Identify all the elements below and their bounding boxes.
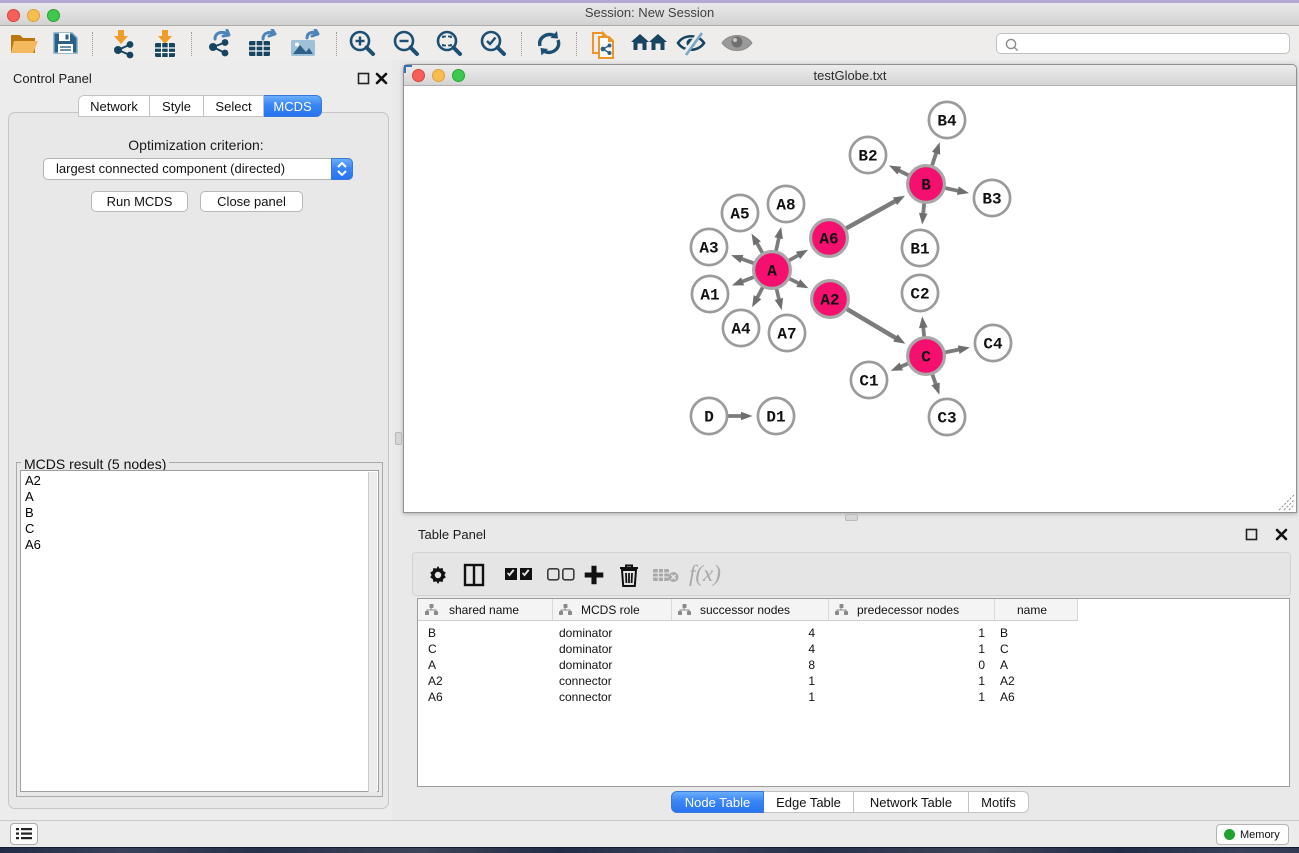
svg-text:B4: B4 xyxy=(937,113,957,131)
svg-text:A7: A7 xyxy=(777,326,796,344)
svg-text:A6: A6 xyxy=(819,231,838,249)
svg-text:A5: A5 xyxy=(730,206,749,224)
svg-text:C4: C4 xyxy=(983,336,1003,354)
svg-text:D1: D1 xyxy=(766,409,785,427)
svg-text:C2: C2 xyxy=(910,286,929,304)
svg-text:B2: B2 xyxy=(858,148,877,166)
svg-text:C1: C1 xyxy=(859,373,878,391)
svg-text:A2: A2 xyxy=(820,292,839,310)
svg-text:B3: B3 xyxy=(982,191,1001,209)
svg-text:C3: C3 xyxy=(937,410,956,428)
svg-text:A3: A3 xyxy=(699,240,718,258)
svg-text:C: C xyxy=(921,349,931,367)
svg-text:A4: A4 xyxy=(731,321,751,339)
svg-text:A: A xyxy=(767,263,777,281)
svg-text:A1: A1 xyxy=(700,287,719,305)
svg-text:D: D xyxy=(704,409,714,427)
svg-text:B: B xyxy=(921,177,931,195)
svg-text:B1: B1 xyxy=(910,241,929,259)
svg-text:A8: A8 xyxy=(776,197,795,215)
